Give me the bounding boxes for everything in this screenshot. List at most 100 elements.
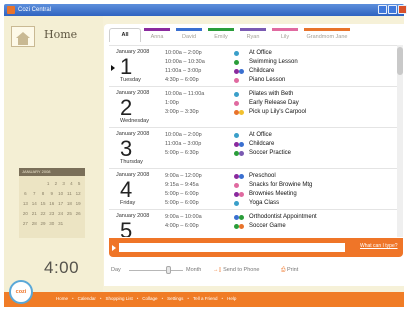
- mini-calendar-day[interactable]: 26: [74, 209, 83, 219]
- mini-calendar[interactable]: JANUARY 2008 1 2 3 4 5 6 7 8 9 10 11 12 13 14 15 16 17 18…: [19, 168, 85, 238]
- event-time: 5:00p – 6:30p: [165, 150, 199, 156]
- mini-calendar-day[interactable]: 27: [21, 219, 30, 229]
- home-header[interactable]: Home: [10, 22, 98, 56]
- mini-calendar-day[interactable]: 23: [47, 209, 56, 219]
- mini-calendar-day[interactable]: 31: [56, 219, 65, 229]
- nav-link-help[interactable]: Help: [227, 296, 236, 301]
- clock: 4:00: [44, 258, 80, 277]
- event-member-dots: [234, 174, 248, 179]
- event-item[interactable]: 11:00a – 3:00p Childcare: [165, 140, 397, 149]
- mini-calendar-day[interactable]: 5: [75, 179, 83, 189]
- mini-calendar-day[interactable]: 2: [52, 179, 60, 189]
- event-item[interactable]: 3:00p – 3:30p Pick up Lily's Carpool: [165, 108, 397, 117]
- home-title: Home: [44, 28, 78, 41]
- tab-label: Lily: [280, 34, 290, 40]
- minimize-button[interactable]: [378, 5, 387, 14]
- event-item[interactable]: 10:00a – 2:00p At Office: [165, 49, 397, 58]
- event-item[interactable]: 10:00a – 2:00p At Office: [165, 131, 397, 140]
- event-title: Childcare: [249, 141, 275, 147]
- event-item[interactable]: 4:30p – 6:00p Piano Lesson: [165, 76, 397, 85]
- event-list: 9:00a – 10:00a Orthodontist Appointment 4:…: [165, 213, 397, 231]
- tab-anna[interactable]: Anna: [141, 28, 173, 42]
- event-member-dots: [234, 78, 248, 83]
- mini-calendar-day[interactable]: 10: [56, 189, 65, 199]
- mini-calendar-day[interactable]: 28: [30, 219, 39, 229]
- event-item[interactable]: 10:00a – 10:30a Swimming Lesson: [165, 58, 397, 67]
- nav-link-home[interactable]: Home: [56, 296, 68, 301]
- tab-emily[interactable]: Emily: [205, 28, 237, 42]
- mini-calendar-day[interactable]: 1: [44, 179, 52, 189]
- event-item[interactable]: 9:00a – 10:00a Orthodontist Appointment: [165, 213, 397, 222]
- mini-calendar-day[interactable]: 16: [47, 199, 56, 209]
- tab-david[interactable]: David: [173, 28, 205, 42]
- mini-calendar-day[interactable]: 7: [30, 189, 39, 199]
- event-item[interactable]: 4:00p – 6:00p Soccer Game: [165, 222, 397, 231]
- tab-grandmom-jane[interactable]: Grandmom Jane: [301, 28, 353, 42]
- day-number[interactable]: 3: [120, 138, 132, 160]
- mini-calendar-day[interactable]: 13: [21, 199, 30, 209]
- nav-link-shopping-list[interactable]: Shopping List: [105, 296, 132, 301]
- event-member-dots: [234, 192, 248, 197]
- event-title: At Office: [249, 50, 272, 56]
- mini-calendar-day[interactable]: 29: [39, 219, 48, 229]
- nav-link-collage[interactable]: Collage: [142, 296, 157, 301]
- mini-calendar-day[interactable]: 15: [39, 199, 48, 209]
- event-item[interactable]: 5:00p – 6:00p Yoga Class: [165, 199, 397, 208]
- tab-ryan[interactable]: Ryan: [237, 28, 269, 42]
- nav-separator: •: [99, 296, 102, 301]
- cozi-logo[interactable]: cozi: [9, 280, 33, 304]
- window-title: Cozi Central: [18, 7, 52, 13]
- agenda-scrollbar[interactable]: [397, 45, 403, 237]
- day-block: January 2008 4 Friday 9:00a – 12:00p Prescho…: [109, 169, 403, 210]
- tab-lily[interactable]: Lily: [269, 28, 301, 42]
- mini-calendar-day[interactable]: 21: [30, 209, 39, 219]
- event-item[interactable]: 9:15a – 9:45a Snacks for Browine Mtg: [165, 181, 397, 190]
- mini-calendar-day[interactable]: 14: [30, 199, 39, 209]
- what-can-i-type-link[interactable]: What can I type?: [360, 243, 398, 249]
- day-number[interactable]: 1: [120, 56, 132, 78]
- mini-calendar-day[interactable]: 18: [65, 199, 74, 209]
- mini-calendar-day[interactable]: 4: [68, 179, 76, 189]
- mini-calendar-day[interactable]: 9: [47, 189, 56, 199]
- nav-link-settings[interactable]: Settings: [167, 296, 183, 301]
- send-to-phone-button[interactable]: →▯ Send to Phone: [213, 267, 259, 273]
- event-item[interactable]: 1:00p Early Release Day: [165, 99, 397, 108]
- event-time: 1:00p: [165, 100, 179, 106]
- print-button[interactable]: ⎙ Print: [281, 267, 298, 274]
- logo-text: cozi: [15, 289, 27, 295]
- event-item[interactable]: 10:00a – 11:00a Pilates with Beth: [165, 90, 397, 99]
- tab-all[interactable]: All: [109, 28, 141, 42]
- event-item[interactable]: 5:00p – 6:30p Soccer Practice: [165, 149, 397, 158]
- mini-calendar-day[interactable]: 20: [21, 209, 30, 219]
- quick-entry-input[interactable]: [119, 243, 345, 252]
- mini-calendar-day[interactable]: 12: [74, 189, 83, 199]
- mini-calendar-day[interactable]: 25: [65, 209, 74, 219]
- nav-link-tell-a-friend[interactable]: Tell a Friend: [193, 296, 218, 301]
- day-number[interactable]: 5: [120, 220, 132, 238]
- day-number[interactable]: 4: [120, 179, 132, 201]
- mini-calendar-day[interactable]: 24: [56, 209, 65, 219]
- mini-calendar-day[interactable]: 30: [47, 219, 56, 229]
- event-item[interactable]: 9:00a – 12:00p Preschool: [165, 172, 397, 181]
- mini-calendar-day[interactable]: 6: [21, 189, 30, 199]
- mini-calendar-day[interactable]: 11: [65, 189, 74, 199]
- event-item[interactable]: 11:00a – 3:00p Childcare: [165, 67, 397, 76]
- day-number[interactable]: 2: [120, 97, 132, 119]
- mini-calendar-day[interactable]: 22: [39, 209, 48, 219]
- zoom-slider-knob[interactable]: [166, 266, 172, 274]
- home-icon: [11, 26, 35, 47]
- agenda-list[interactable]: January 2008 1 Tuesday 10:00a – 2:00p At Off…: [109, 45, 403, 237]
- maximize-button[interactable]: [388, 5, 397, 14]
- zoom-slider[interactable]: [129, 270, 183, 271]
- scrollbar-thumb[interactable]: [397, 47, 403, 75]
- mini-calendar-day[interactable]: 17: [56, 199, 65, 209]
- close-button[interactable]: [398, 5, 407, 14]
- day-block: January 2008 2 Wednesday 10:00a – 11:00a Pil…: [109, 87, 403, 128]
- nav-link-calendar[interactable]: Calendar: [78, 296, 96, 301]
- send-arrow-icon: →▯: [213, 267, 222, 273]
- mini-calendar-day[interactable]: 8: [39, 189, 48, 199]
- mini-calendar-day[interactable]: 3: [60, 179, 68, 189]
- event-time: 9:15a – 9:45a: [165, 182, 199, 188]
- mini-calendar-day[interactable]: 19: [74, 199, 83, 209]
- event-item[interactable]: 5:00p – 6:00p Brownies Meeting: [165, 190, 397, 199]
